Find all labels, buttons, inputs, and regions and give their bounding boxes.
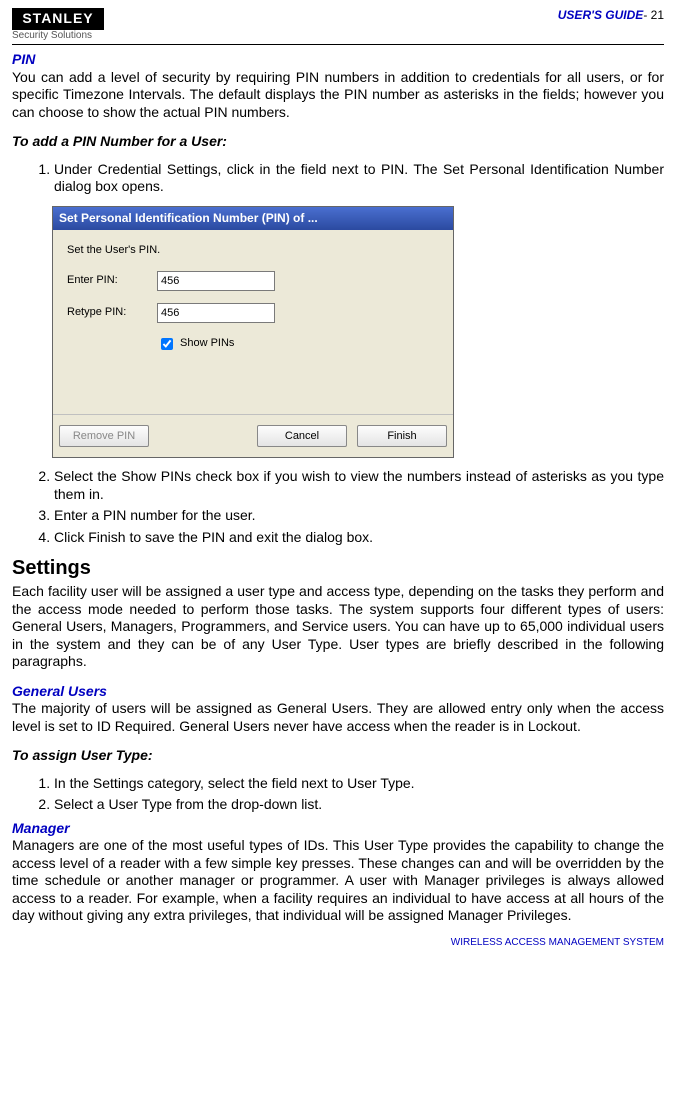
assign-steps: In the Settings category, select the fie… [36, 775, 664, 814]
pin-step-2: Select the Show PINs check box if you wi… [54, 468, 664, 503]
retype-pin-label: Retype PIN: [67, 306, 157, 320]
page-header: STANLEY Security Solutions USER'S GUIDE-… [12, 8, 664, 45]
pin-step-4: Click Finish to save the PIN and exit th… [54, 529, 664, 547]
show-pins-checkbox[interactable] [161, 338, 173, 350]
logo: STANLEY Security Solutions [12, 8, 104, 42]
dialog-instruction: Set the User's PIN. [67, 240, 439, 272]
general-users-heading: General Users [12, 683, 664, 701]
assign-subhead: To assign User Type: [12, 747, 664, 765]
pin-intro: You can add a level of security by requi… [12, 69, 664, 122]
logo-subtitle: Security Solutions [12, 30, 104, 43]
pin-step-3: Enter a PIN number for the user. [54, 507, 664, 525]
pin-dialog: Set Personal Identification Number (PIN)… [52, 206, 454, 459]
pin-subhead: To add a PIN Number for a User: [12, 133, 664, 151]
header-page-info: USER'S GUIDE- 21 [558, 8, 664, 23]
enter-pin-input[interactable] [157, 271, 275, 291]
remove-pin-button: Remove PIN [59, 425, 149, 447]
cancel-button[interactable]: Cancel [257, 425, 347, 447]
pin-step-1: Under Credential Settings, click in the … [54, 161, 664, 196]
show-pins-label: Show PINs [180, 337, 234, 351]
footer-text: WIRELESS ACCESS MANAGEMENT SYSTEM [12, 937, 664, 950]
logo-brand: STANLEY [12, 8, 104, 30]
assign-step-1: In the Settings category, select the fie… [54, 775, 664, 793]
pin-heading: PIN [12, 51, 664, 69]
settings-heading: Settings [12, 556, 664, 581]
dialog-titlebar: Set Personal Identification Number (PIN)… [53, 207, 453, 230]
manager-body: Managers are one of the most useful type… [12, 837, 664, 925]
pin-steps-1: Under Credential Settings, click in the … [36, 161, 664, 196]
pin-steps-2: Select the Show PINs check box if you wi… [36, 468, 664, 546]
enter-pin-label: Enter PIN: [67, 274, 157, 288]
guide-label: USER'S GUIDE [558, 8, 644, 22]
retype-pin-input[interactable] [157, 303, 275, 323]
manager-heading: Manager [12, 820, 664, 838]
assign-step-2: Select a User Type from the drop-down li… [54, 796, 664, 814]
finish-button[interactable]: Finish [357, 425, 447, 447]
settings-intro: Each facility user will be assigned a us… [12, 583, 664, 671]
page-number: - 21 [643, 8, 664, 22]
general-users-body: The majority of users will be assigned a… [12, 700, 664, 735]
